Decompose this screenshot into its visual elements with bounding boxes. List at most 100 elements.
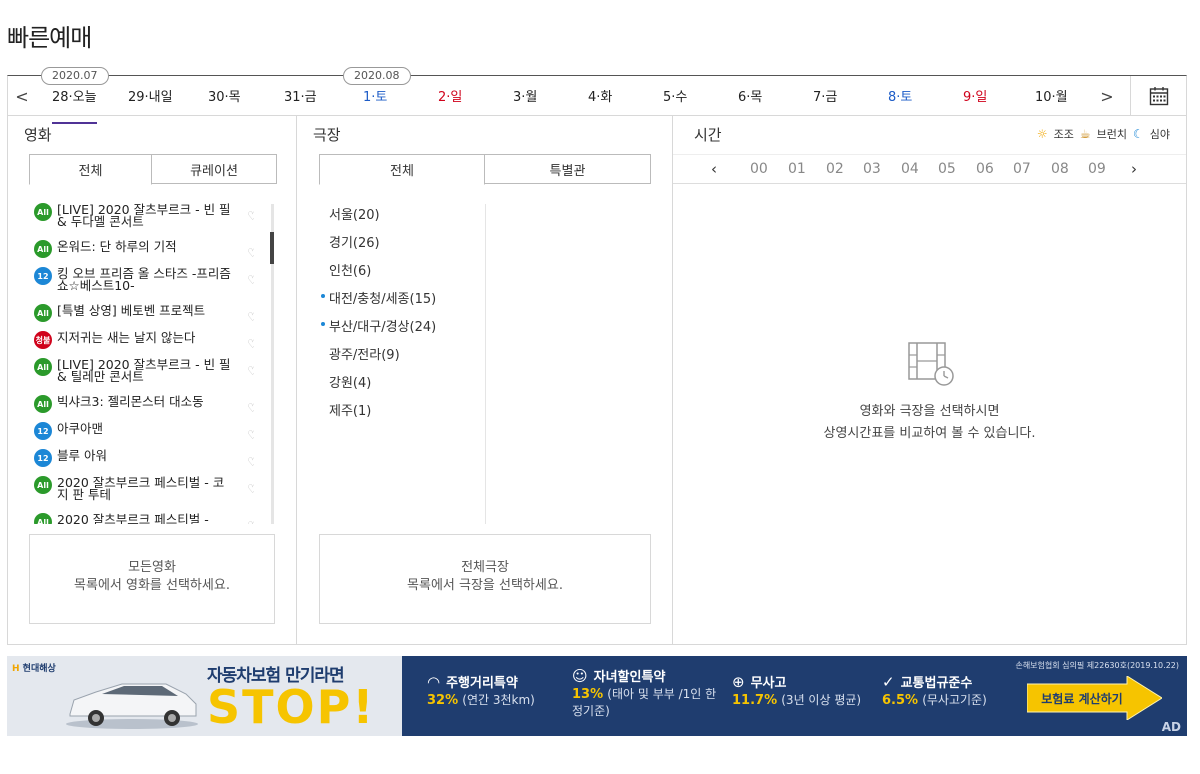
region-seoul[interactable]: 서울(20)	[321, 204, 486, 232]
region-daejeon[interactable]: 대전/충청/세종(15)	[321, 288, 486, 316]
heart-icon[interactable]: ♡	[247, 519, 254, 524]
date-item-3[interactable]: 3·월	[513, 86, 537, 108]
ad-cta-arrow[interactable]: 보험료 계산하기	[1027, 676, 1162, 720]
sun-icon: ☼	[1036, 127, 1048, 141]
date-item-6[interactable]: 6·목	[738, 86, 762, 108]
tab-movie-curation[interactable]: 큐레이션	[152, 154, 277, 184]
heart-icon[interactable]: ♡	[247, 273, 254, 287]
region-incheon[interactable]: 인천(6)	[321, 260, 486, 288]
car-image	[66, 683, 198, 729]
list-item[interactable]: 12 블루 아워 ♡	[34, 448, 254, 475]
date-next-button[interactable]: >	[1093, 76, 1121, 116]
movie-name: 빅샤크3: 젤리몬스터 대소동	[57, 394, 204, 409]
date-item-8[interactable]: 8·토	[888, 86, 912, 108]
date-item-5[interactable]: 5·수	[663, 86, 687, 108]
ad-left: H 현대해상 자동차보험 만기라면 STOP!	[7, 656, 402, 736]
list-item[interactable]: All 빅샤크3: 젤리몬스터 대소동 ♡	[34, 394, 254, 421]
ad-feature-child: ☺ 자녀할인특약 13% (태아 및 부부 /1인 한정기준)	[572, 667, 717, 718]
age-badge: 12	[34, 267, 52, 285]
heart-icon[interactable]: ♡	[247, 310, 254, 324]
date-prev-button[interactable]: <	[8, 76, 36, 116]
ad-brand: H 현대해상	[12, 664, 56, 674]
ad-cta-label: 보험료 계산하기	[1041, 691, 1122, 706]
check-icon: ✓	[882, 673, 895, 691]
date-item-1[interactable]: 1·토	[363, 86, 387, 108]
list-item[interactable]: 12 킹 오브 프리즘 올 스타즈 -프리즘 쇼☆베스트10- ♡	[34, 266, 254, 303]
heart-icon[interactable]: ♡	[247, 455, 254, 469]
movie-name: 2020 잘츠부르크 페스티벌 -	[57, 512, 209, 524]
moon-icon: ☾	[1132, 127, 1144, 141]
hour-09[interactable]: 09	[1088, 161, 1106, 177]
tab-theater-special[interactable]: 특별관	[485, 154, 651, 184]
movie-name: 온워드: 단 하루의 기적	[57, 239, 177, 254]
date-item-31[interactable]: 31·금	[284, 86, 317, 108]
legend-night: 심야	[1149, 128, 1170, 141]
region-gyeonggi[interactable]: 경기(26)	[321, 232, 486, 260]
date-item-7[interactable]: 7·금	[813, 86, 837, 108]
hour-05[interactable]: 05	[938, 161, 956, 177]
hour-02[interactable]: 02	[826, 161, 844, 177]
list-item[interactable]: All [특별 상영] 베토벤 프로젝트 ♡	[34, 303, 254, 330]
region-gwangju[interactable]: 광주/전라(9)	[321, 344, 486, 372]
region-jeju[interactable]: 제주(1)	[321, 400, 486, 428]
theater-selection-line2: 목록에서 극장을 선택하세요.	[407, 578, 563, 593]
age-badge: 12	[34, 422, 52, 440]
baby-icon: ☺	[572, 667, 588, 685]
movie-panel: 영화 전체 큐레이션 All [LIVE] 2020 잘츠부르크 - 빈 필 &…	[8, 116, 297, 644]
hour-03[interactable]: 03	[863, 161, 881, 177]
heart-icon[interactable]: ♡	[247, 337, 254, 351]
hour-04[interactable]: 04	[901, 161, 919, 177]
hour-08[interactable]: 08	[1051, 161, 1069, 177]
heart-icon[interactable]: ♡	[247, 246, 254, 260]
heart-icon[interactable]: ♡	[247, 482, 254, 496]
age-badge: 청불	[34, 331, 52, 349]
age-badge: All	[34, 513, 52, 524]
list-item[interactable]: All 온워드: 단 하루의 기적 ♡	[34, 239, 254, 266]
hour-07[interactable]: 07	[1013, 161, 1031, 177]
timetable-empty-line2: 상영시간표를 비교하여 볼 수 있습니다.	[823, 426, 1036, 441]
heart-icon[interactable]: ♡	[247, 364, 254, 378]
timetable-empty: 영화와 극장을 선택하시면 상영시간표를 비교하여 볼 수 있습니다.	[673, 341, 1186, 445]
theater-selection-line1: 전체극장	[461, 560, 509, 575]
tab-movie-all[interactable]: 전체	[29, 154, 152, 185]
heart-icon[interactable]: ♡	[247, 428, 254, 442]
hour-next-button[interactable]: ›	[1131, 160, 1137, 178]
calendar-button[interactable]	[1130, 76, 1186, 116]
hour-bar: ‹ 00 01 02 03 04 05 06 07 08 09 ›	[673, 154, 1186, 184]
list-item[interactable]: All [LIVE] 2020 잘츠부르크 - 빈 필 & 두다멜 콘서트 ♡	[34, 202, 254, 239]
list-item[interactable]: All 2020 잘츠부르크 페스티벌 - 코지 판 투테 ♡	[34, 475, 254, 512]
date-item-10[interactable]: 10·월	[1035, 86, 1068, 108]
movie-list: All [LIVE] 2020 잘츠부르크 - 빈 필 & 두다멜 콘서트 ♡ …	[34, 202, 254, 524]
movie-list-scroll-thumb[interactable]	[270, 232, 274, 264]
date-item-4[interactable]: 4·화	[588, 86, 612, 108]
movie-panel-title: 영화	[24, 126, 52, 144]
age-badge: All	[34, 304, 52, 322]
list-item[interactable]: All [LIVE] 2020 잘츠부르크 - 빈 필 & 틸레만 콘서트 ♡	[34, 357, 254, 394]
list-item[interactable]: All 2020 잘츠부르크 페스티벌 - ♡	[34, 512, 254, 524]
movie-tabs: 전체 큐레이션	[29, 154, 277, 185]
ad-feature-traffic-law: ✓ 교통법규준수 6.5% (무사고기준)	[882, 673, 987, 708]
hyundai-logo-icon: H	[12, 664, 23, 674]
region-gangwon[interactable]: 강원(4)	[321, 372, 486, 400]
hour-00[interactable]: 00	[750, 161, 768, 177]
list-item[interactable]: 12 아쿠아맨 ♡	[34, 421, 254, 448]
booking-panels: 영화 전체 큐레이션 All [LIVE] 2020 잘츠부르크 - 빈 필 &…	[7, 115, 1187, 645]
date-item-9[interactable]: 9·일	[963, 86, 987, 108]
ad-banner[interactable]: H 현대해상 자동차보험 만기라면 STOP! ◠ 주행거리특약 32% (연간 …	[7, 656, 1187, 736]
timetable-empty-line1: 영화와 극장을 선택하시면	[859, 404, 1000, 419]
age-badge: 12	[34, 449, 52, 467]
hour-06[interactable]: 06	[976, 161, 994, 177]
date-item-29[interactable]: 29·내일	[128, 86, 173, 108]
region-dot	[321, 294, 325, 298]
hour-prev-button[interactable]: ‹	[711, 160, 717, 178]
heart-icon[interactable]: ♡	[247, 209, 254, 223]
movie-name: 킹 오브 프리즘 올 스타즈 -프리즘 쇼☆베스트10-	[57, 266, 231, 293]
region-busan[interactable]: 부산/대구/경상(24)	[321, 316, 486, 344]
hour-01[interactable]: 01	[788, 161, 806, 177]
heart-icon[interactable]: ♡	[247, 401, 254, 415]
date-item-2[interactable]: 2·일	[438, 86, 462, 108]
ad-note: 손해보험협회 심의필 제22630호(2019.10.22)	[1015, 661, 1179, 670]
date-item-30[interactable]: 30·목	[208, 86, 241, 108]
tab-theater-all[interactable]: 전체	[319, 154, 485, 185]
list-item[interactable]: 청불 지저귀는 새는 날지 않는다 ♡	[34, 330, 254, 357]
